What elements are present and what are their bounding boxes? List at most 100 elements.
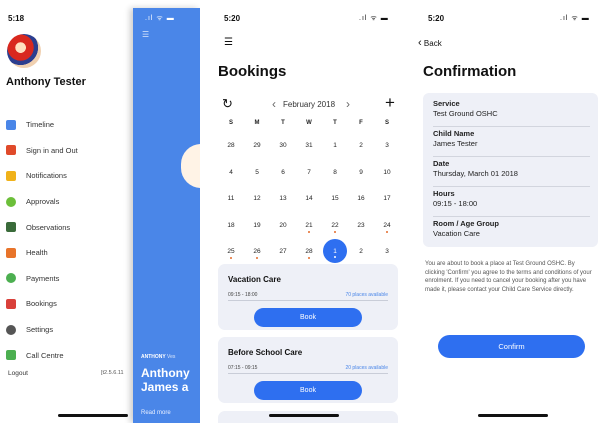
calendar-day[interactable]: 31 <box>296 140 322 167</box>
gear-icon <box>6 324 16 335</box>
field-value: 09:15 - 18:00 <box>433 199 478 208</box>
calendar-day[interactable]: 29 <box>244 140 270 167</box>
weekday-label: W <box>306 120 312 126</box>
calendar-day[interactable]: 11 <box>218 193 244 220</box>
availability-dot <box>308 257 310 259</box>
divider <box>433 156 590 157</box>
day-number: 27 <box>279 248 287 255</box>
chevron-left-icon: ‹ <box>418 37 422 49</box>
calendar-day[interactable]: 30 <box>270 140 296 167</box>
calendar-week: 18 19 20 21 22 23 24 <box>218 220 400 247</box>
menu-item-bookings[interactable]: Bookings <box>6 291 78 317</box>
drawer-menu: 5:18 Anthony Tester Timeline Sign in and … <box>0 0 133 423</box>
refresh-icon[interactable]: ↻ <box>222 96 233 112</box>
book-button[interactable]: Book <box>254 381 362 400</box>
menu-item-health[interactable]: Health <box>6 240 78 266</box>
hamburger-icon[interactable]: ☰ <box>224 37 233 48</box>
book-button[interactable]: Book <box>254 308 362 327</box>
field-label: Child Name <box>433 129 475 138</box>
avatar[interactable] <box>7 34 41 68</box>
detail-field-date: Date Thursday, March 01 2018 <box>433 159 591 178</box>
menu-item-notifications[interactable]: Notifications <box>6 163 78 189</box>
day-number: 9 <box>359 168 363 176</box>
calendar-day[interactable]: 7 <box>296 167 322 194</box>
calendar-day[interactable]: 15 <box>322 193 348 220</box>
calendar-day[interactable]: 24 <box>374 220 400 247</box>
menu-item-timeline[interactable]: Timeline <box>6 112 78 138</box>
calendar-day[interactable]: 16 <box>348 193 374 220</box>
day-number: 18 <box>227 221 235 229</box>
drawer-screen: 5:18 Anthony Tester Timeline Sign in and … <box>0 0 200 423</box>
menu-list: Timeline Sign in and Out Notifications Appr… <box>6 112 78 368</box>
menu-item-observations[interactable]: Observations <box>6 214 78 240</box>
calendar-day[interactable]: 3 <box>374 140 400 167</box>
back-button[interactable]: ‹ Back <box>418 37 442 49</box>
menu-item-settings[interactable]: Settings <box>6 317 78 343</box>
divider <box>228 300 388 301</box>
weekday-label: T <box>281 120 285 126</box>
calendar-day[interactable]: 2 <box>348 140 374 167</box>
divider <box>433 126 590 127</box>
divider <box>433 186 590 187</box>
field-label: Date <box>433 159 450 168</box>
calendar-day[interactable]: 10 <box>374 167 400 194</box>
menu-item-payments[interactable]: Payments <box>6 266 78 292</box>
availability-dot <box>334 256 336 258</box>
menu-item-call-centre[interactable]: Call Centre <box>6 342 78 368</box>
calendar-day[interactable]: 23 <box>348 220 374 247</box>
detail-field-room-age-group: Room / Age Group Vacation Care <box>433 219 591 238</box>
menu-item-approvals[interactable]: Approvals <box>6 189 78 215</box>
calendar-day[interactable]: 9 <box>348 167 374 194</box>
field-value: Vacation Care <box>433 229 480 238</box>
main-content-panel[interactable]: .ıl ᯤ ▬ ☰ ANTHONY Ves Anthony James a Rea… <box>133 8 200 423</box>
menu-item-label: Observations <box>26 222 71 232</box>
status-time: 5:20 <box>428 14 445 23</box>
add-booking-button[interactable]: + <box>385 93 395 113</box>
day-number: 28 <box>305 248 313 255</box>
calendar-day[interactable]: 5 <box>244 167 270 194</box>
calendar-day[interactable]: 6 <box>270 167 296 194</box>
calendar-day[interactable]: 12 <box>244 193 270 220</box>
chevron-right-icon[interactable]: › <box>346 97 350 111</box>
location-pin-icon <box>6 145 16 156</box>
booking-details-card: Service Test Ground OSHC Child Name James T… <box>423 93 598 247</box>
calendar-day[interactable]: 1 <box>322 140 348 167</box>
post-image <box>181 144 200 188</box>
calendar-day[interactable]: 8 <box>322 167 348 194</box>
megaphone-icon <box>6 170 16 181</box>
calendar-day[interactable]: 4 <box>218 167 244 194</box>
availability-dot <box>334 230 336 233</box>
day-number: 4 <box>229 168 233 176</box>
calendar-day[interactable]: 20 <box>270 220 296 247</box>
menu-item-label: Sign in and Out <box>26 145 78 155</box>
status-time: 5:20 <box>224 14 241 23</box>
calendar-day[interactable]: 17 <box>374 193 400 220</box>
divider <box>228 373 388 374</box>
status-icons: .ıl ᯤ ▬ <box>359 15 389 22</box>
calendar-day[interactable]: 19 <box>244 220 270 247</box>
read-more-link[interactable]: Read more <box>141 410 171 416</box>
day-number: 25 <box>227 248 235 255</box>
calendar-grid: S M T W T F S 28 29 30 31 1 2 3 4 5 6 7 8 9 10 11 12 13 14 15 16 17… <box>218 118 400 273</box>
confirmation-message: You are about to book a place at Test Gr… <box>425 261 592 293</box>
hamburger-icon[interactable]: ☰ <box>142 30 149 39</box>
bookings-screen: 5:20 .ıl ᯤ ▬ ☰ Bookings ↻ ‹ February 201… <box>204 0 404 423</box>
dollar-icon <box>6 273 16 284</box>
chevron-left-icon[interactable]: ‹ <box>272 97 276 111</box>
calendar-day[interactable]: 13 <box>270 193 296 220</box>
logout-button[interactable]: Logout <box>8 370 28 377</box>
detail-field-hours: Hours 09:15 - 18:00 <box>433 189 591 208</box>
calendar-day[interactable]: 28 <box>218 140 244 167</box>
home-indicator <box>269 414 339 417</box>
calendar-day[interactable]: 18 <box>218 220 244 247</box>
session-card: Vacation Care 09:15 - 18:00 70 places avai… <box>218 264 398 330</box>
calendar-day[interactable]: 14 <box>296 193 322 220</box>
calendar-day[interactable]: 21 <box>296 220 322 247</box>
confirm-button[interactable]: Confirm <box>438 335 585 358</box>
calendar-week: 11 12 13 14 15 16 17 <box>218 193 400 220</box>
day-number: 17 <box>383 195 391 202</box>
check-circle-icon <box>6 196 16 207</box>
weekday-label: S <box>228 120 233 126</box>
menu-item-sign-in-and-out[interactable]: Sign in and Out <box>6 138 78 164</box>
post-title: Anthony James a <box>141 366 190 394</box>
